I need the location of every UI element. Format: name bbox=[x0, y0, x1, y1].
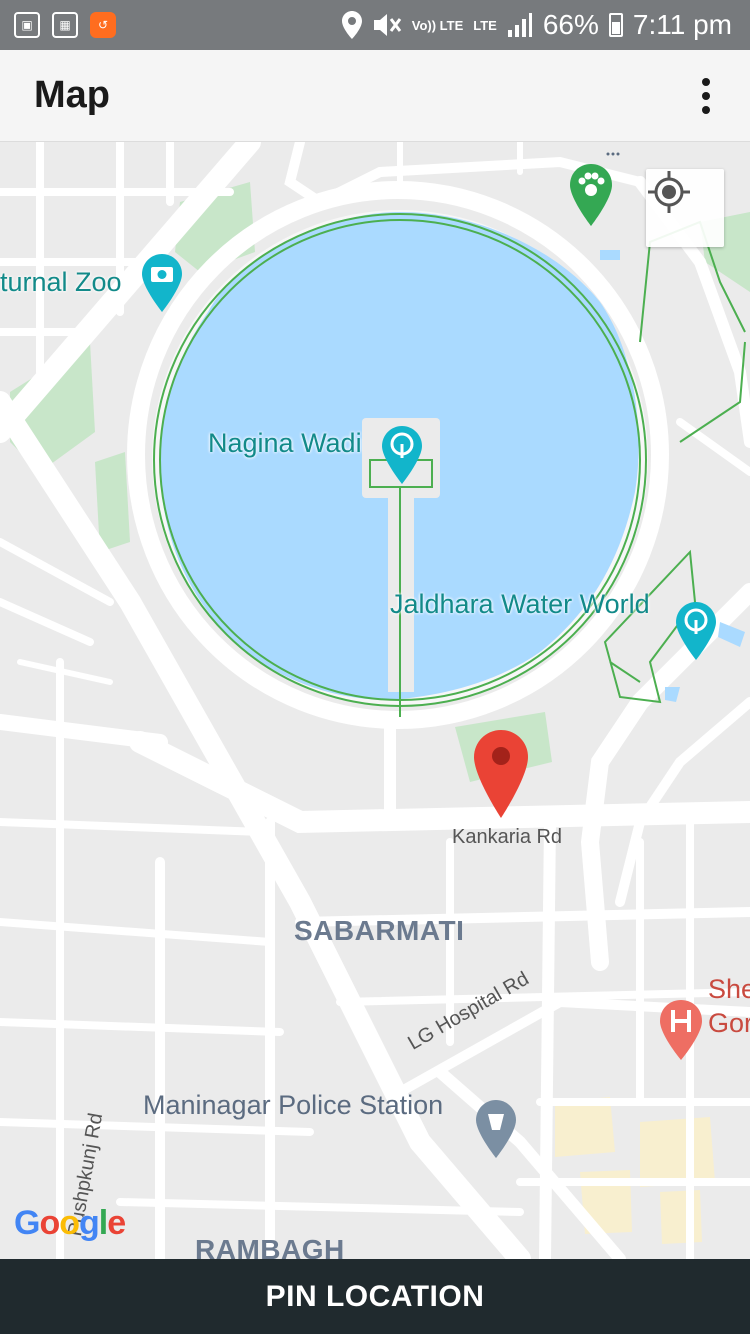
calculator-icon: ▦ bbox=[52, 12, 78, 38]
jaldhara-label[interactable]: Jaldhara Water World bbox=[390, 589, 650, 620]
image-icon: ▣ bbox=[14, 12, 40, 38]
location-icon bbox=[341, 11, 362, 39]
signal-icon bbox=[507, 13, 532, 37]
app-icon: ↺ bbox=[90, 12, 116, 38]
rambagh-label: RAMBAGH bbox=[195, 1234, 345, 1259]
mute-icon bbox=[373, 14, 401, 36]
page-title: Map bbox=[34, 74, 110, 116]
sabarmati-label: SABARMATI bbox=[294, 915, 465, 946]
status-bar: ▣ ▦ ↺ Vo)) LTE LTE 66% 7:11 pm bbox=[0, 0, 750, 50]
crosshair-icon bbox=[648, 171, 690, 213]
battery-icon bbox=[608, 13, 623, 37]
my-location-button[interactable] bbox=[646, 169, 724, 247]
more-vert-icon[interactable] bbox=[692, 71, 720, 121]
map-dots bbox=[606, 152, 620, 156]
map-view[interactable]: turnal Zoo Nagina Wadi Jaldhara Water Wo… bbox=[0, 142, 750, 1259]
police-station-label[interactable]: Maninagar Police Station bbox=[143, 1090, 443, 1121]
zoo-label[interactable]: turnal Zoo bbox=[0, 267, 122, 298]
hospital-label-line2[interactable]: Gor bbox=[708, 1008, 750, 1039]
app-bar: Map bbox=[0, 50, 750, 142]
google-logo: Google bbox=[14, 1204, 126, 1242]
status-left-icons: ▣ ▦ ↺ bbox=[0, 12, 116, 38]
nagina-wadi-label[interactable]: Nagina Wadi bbox=[208, 428, 362, 459]
status-right-icons: Vo)) LTE LTE 66% 7:11 pm bbox=[341, 9, 750, 41]
kankaria-rd-label: Kankaria Rd bbox=[452, 826, 563, 848]
lte-indicator: LTE bbox=[473, 17, 497, 33]
battery-percent: 66% bbox=[542, 9, 599, 40]
clock: 7:11 pm bbox=[632, 9, 732, 40]
pin-location-button[interactable]: PIN LOCATION bbox=[0, 1259, 750, 1334]
volte-indicator: Vo)) LTE bbox=[411, 17, 464, 33]
hospital-label-line1[interactable]: She bbox=[708, 974, 750, 1005]
